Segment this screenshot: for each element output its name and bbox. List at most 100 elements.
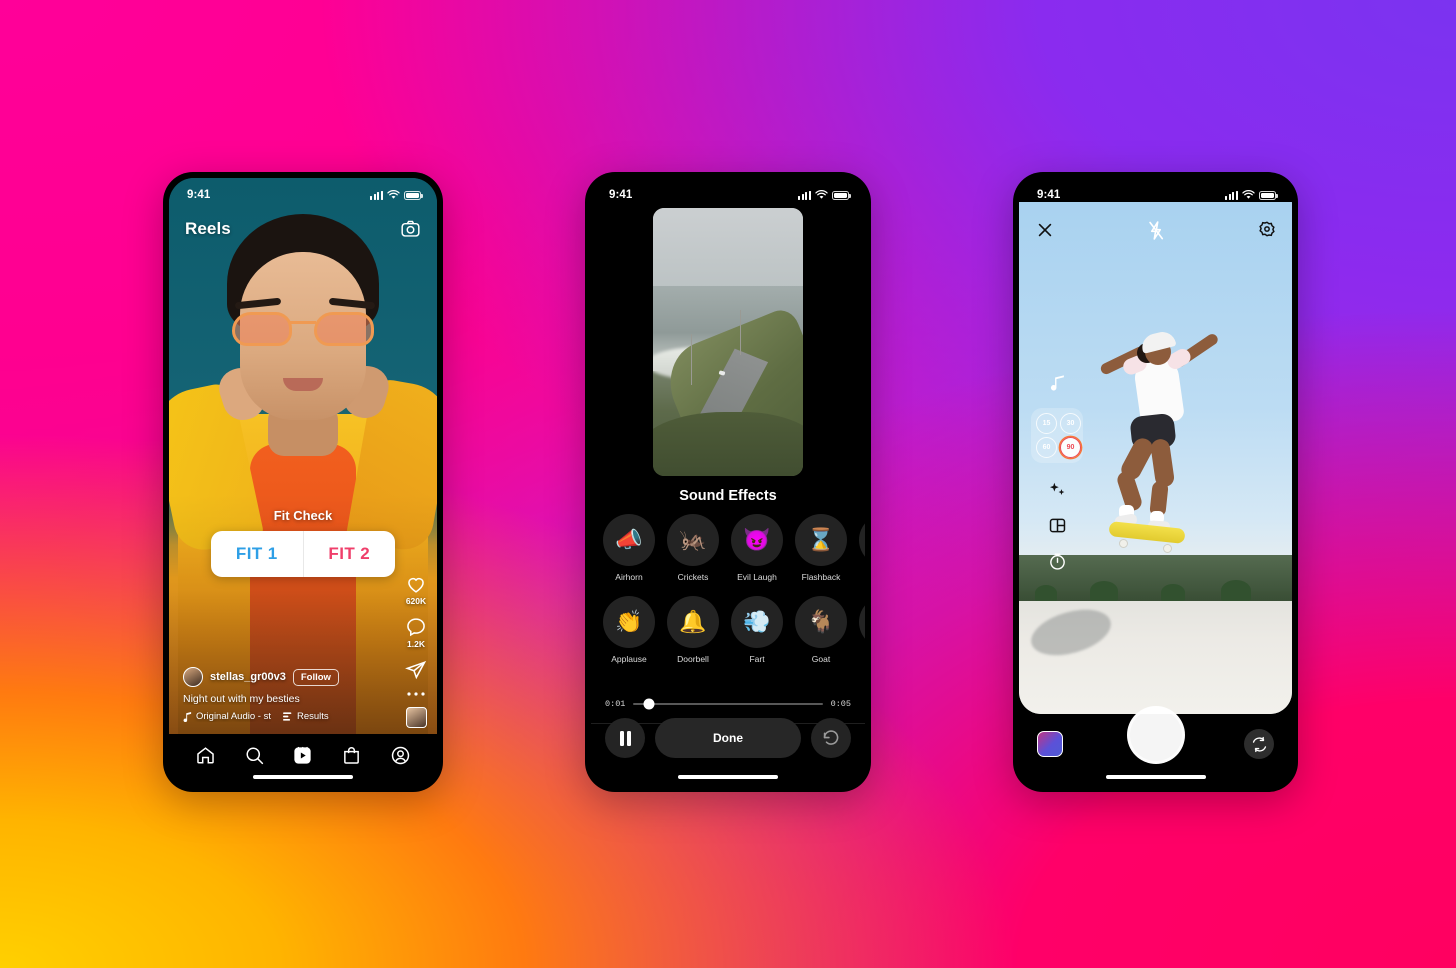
battery-icon [832,190,851,200]
done-button[interactable]: Done [655,718,801,758]
sound-effect-label: Flashback [801,572,841,582]
heart-icon [408,577,424,593]
settings-gear-icon[interactable] [1258,220,1276,238]
applause-icon: 👏 [603,596,655,648]
tree [1035,585,1058,602]
shop-icon[interactable] [341,745,362,766]
like-action[interactable]: 620K [405,573,427,606]
audio-attribution[interactable]: Original Audio - st [183,711,271,722]
poll-question: Fit Check [273,508,333,523]
duration-option-90[interactable]: 90 [1060,437,1081,458]
phone-camera-capture: 9:41 15 30 60 90 [1013,172,1298,792]
results-chip[interactable]: Results [282,711,329,722]
skateboarder-subject [1093,325,1243,565]
sound-effect-label: Airhorn [615,572,643,582]
duration-option-30[interactable]: 30 [1060,413,1081,434]
sound-effect-label: Applause [611,654,647,664]
sound-effect-item[interactable]: 📣 Airhorn [603,514,655,582]
search-icon[interactable] [244,745,265,766]
pause-icon [619,730,631,746]
sound-effect-item[interactable]: 💨 Fart [731,596,783,664]
reels-icon[interactable] [292,745,313,766]
duration-option-60[interactable]: 60 [1036,437,1057,458]
tree [1160,584,1185,602]
sunglass-lens-left [232,312,292,346]
current-time: 0:01 [605,698,626,709]
duration-option-15[interactable]: 15 [1036,413,1057,434]
tree [1221,580,1252,602]
camera-icon[interactable] [400,218,421,239]
poll-option-fit2[interactable]: FIT 2 [302,531,396,577]
wifi-icon [387,190,400,199]
status-bar: 9:41 [591,178,865,208]
tree [1089,581,1118,602]
more-action[interactable] [406,691,426,697]
video-preview[interactable] [653,208,803,476]
home-icon[interactable] [195,745,216,766]
sound-effect-label: Fart [749,654,765,664]
page-title: Reels [185,218,231,238]
sound-effect-item[interactable]: 👏 Applause [603,596,655,664]
wifi-icon [815,190,828,199]
share-action[interactable] [405,659,427,681]
sound-effect-item[interactable]: 🦗 Crickets [667,514,719,582]
camera-bottom-bar [1019,724,1292,764]
cellular-bars-icon [797,190,811,200]
sound-effect-label: Goat [811,654,831,664]
timer-icon[interactable] [1048,552,1067,571]
poll-results-icon [282,712,292,721]
gallery-thumbnail[interactable] [1037,731,1063,757]
audio-icon[interactable] [1049,374,1066,391]
total-time: 0:05 [830,698,851,709]
status-bar: 9:41 [169,178,437,208]
flash-off-icon[interactable] [1147,220,1164,241]
comment-action[interactable]: 1.2K [405,616,427,649]
music-note-icon [183,711,192,722]
undo-button[interactable] [811,718,851,758]
reel-metadata: stellas_gr00v3 Follow Night out with my … [183,667,383,722]
goat-icon: 🐐 [795,596,847,648]
audio-label: Original Audio - st [196,711,271,722]
avatar[interactable] [183,667,203,687]
battery-icon [1259,190,1278,200]
airhorn-icon: 📣 [603,514,655,566]
sound-effect-label: Crickets [677,572,709,582]
audio-cover-thumbnail[interactable] [405,707,427,728]
duration-selector: 15 30 60 90 [1031,408,1083,463]
skateboard-wheel [1162,543,1172,553]
reel-action-rail: 620K 1.2K [405,573,427,728]
username[interactable]: stellas_gr00v3 [210,671,286,683]
sound-effect-item[interactable]: 🔔 Doorbell [667,596,719,664]
status-indicators [1224,190,1278,200]
sound-effects-panel: 9:41 Sound Effects 📣 Airhorn 🦗 Crickets … [591,178,865,786]
sound-effect-item[interactable]: 🐐 Goat [795,596,847,664]
poll-option-fit1[interactable]: FIT 1 [211,531,303,577]
poll-options: FIT 1 FIT 2 [211,531,395,577]
cellular-bars-icon [1224,190,1238,200]
status-bar: 9:41 [1019,178,1292,208]
pause-button[interactable] [605,718,645,758]
sunglass-bridge [290,321,316,324]
sound-effect-item[interactable]: 😈 Evil Laugh [731,514,783,582]
sound-effect-item[interactable]: 🎬 Plot T [859,596,865,664]
editor-controls: Done [591,716,865,760]
scrubber-handle[interactable] [643,698,655,709]
fart-icon: 💨 [731,596,783,648]
sound-effect-label: Doorbell [677,654,709,664]
follow-button[interactable]: Follow [292,668,339,686]
sunglass-lens-right [314,312,374,346]
flip-camera-icon[interactable] [1244,729,1274,759]
layout-icon[interactable] [1048,516,1067,535]
profile-icon[interactable] [390,745,411,766]
effects-icon[interactable] [1048,480,1067,499]
sound-effect-item[interactable]: ⌛ Flashback [795,514,847,582]
scrubber-track[interactable] [633,698,823,709]
skateboard-wheel [1118,538,1128,548]
phone-reels-feed: 9:41 Reels Fit Check FIT 1 FIT 2 stellas… [163,172,443,792]
camera-tool-rail: 15 30 60 90 [1031,374,1083,571]
crickets-icon: 🦗 [667,514,719,566]
status-indicators [797,190,851,200]
close-icon[interactable] [1035,220,1055,240]
reels-header: Reels [169,210,437,247]
sound-effect-item[interactable]: 👎 No [859,514,865,582]
